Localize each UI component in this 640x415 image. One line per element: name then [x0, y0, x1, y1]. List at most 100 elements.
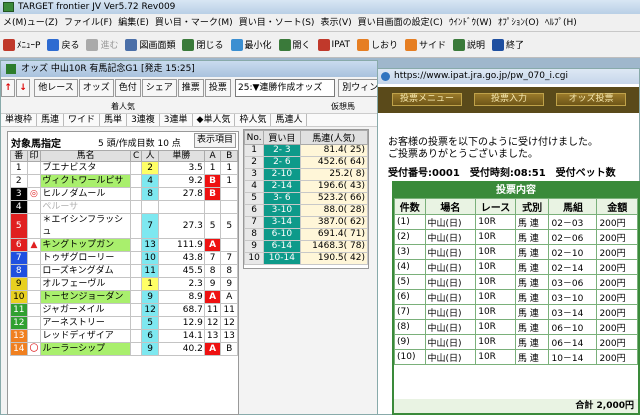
bet-col-header: 金額	[596, 198, 638, 215]
horse-name[interactable]: オルフェーヴル	[40, 277, 131, 291]
ipat-nav-button-0[interactable]: 投票メニュー	[392, 93, 462, 106]
menu-item-1[interactable]: ファイル(F)	[61, 14, 115, 31]
toolbar-button-6[interactable]: 開く	[276, 36, 314, 53]
horse-name[interactable]: トーセンジョーダン	[40, 290, 131, 304]
display-items-button[interactable]: 表示項目	[194, 133, 236, 148]
horse-row[interactable]: 5 ＊エイシンフラッシュ 7 27.3 5 5	[10, 213, 238, 239]
combo-row[interactable]: 7 3-14 387.0( 62)	[243, 216, 369, 229]
horse-win-odds: 2.3	[157, 277, 205, 291]
horse-col-header: 番	[10, 150, 28, 162]
bet-combo: 03－14	[548, 304, 598, 320]
bet-type-tab-1[interactable]: 馬連	[37, 114, 65, 126]
combo-row[interactable]: 5 3- 6 523.2( 66)	[243, 192, 369, 205]
horse-row[interactable]: 3 ◎ ヒルノダムール 8 27.8 B	[10, 187, 238, 201]
combo-panel: No. 買い目 馬連(人気) 1 2- 3 81.4( 25) 2 2- 6 452.6( 6…	[243, 129, 369, 269]
horse-name[interactable]: ブエナビスタ	[40, 161, 131, 175]
horse-row[interactable]: 13 レッドディザイア 6 14.1 13 13	[10, 329, 238, 343]
combo-row[interactable]: 4 2-14 196.6( 43)	[243, 180, 369, 193]
menu-item-8[interactable]: ｵﾌﾟｼｮﾝ(O)	[495, 14, 542, 31]
horse-name[interactable]: トゥザグローリー	[40, 251, 131, 265]
toolbar-button-8[interactable]: しおり	[354, 36, 401, 53]
bet-type-tab-6[interactable]: ◆単人気	[193, 114, 236, 126]
combo-row[interactable]: 6 3-10 88.0( 28)	[243, 204, 369, 217]
horse-name[interactable]: ヴィクトワールピサ	[40, 174, 131, 188]
odds-type-select[interactable]: 25:▼連勝作成オッズ	[235, 79, 336, 97]
horse-mark	[26, 329, 42, 343]
horse-name[interactable]: キングトップガン	[40, 238, 131, 252]
menu-item-4[interactable]: 買い目・ソート(S)	[236, 14, 318, 31]
combo-row[interactable]: 3 2-10 25.2( 8)	[243, 168, 369, 181]
bet-type-tab-3[interactable]: 馬単	[100, 114, 128, 126]
horse-name[interactable]: ルーラーシップ	[40, 342, 131, 356]
bet-type-tab-7[interactable]: 枠人気	[235, 114, 272, 126]
combo-row[interactable]: 10 10-14 190.5( 42)	[243, 252, 369, 265]
horse-row[interactable]: 11 ジャガーメイル 12 68.7 11 11	[10, 303, 238, 317]
combo-horses: 2- 3	[263, 144, 301, 157]
horse-win-odds: 111.9	[157, 238, 205, 252]
horse-name[interactable]: アーネストリー	[40, 316, 131, 330]
horse-row[interactable]: 8 ローズキングダム 11 45.5 8 8	[10, 264, 238, 278]
toolbar-button-4[interactable]: 閉じる	[179, 36, 226, 53]
odds-button-1[interactable]: オッズ	[78, 79, 114, 97]
bet-type: 馬 連	[514, 274, 550, 290]
toolbar-button-0[interactable]: ﾒﾆｭｰP	[0, 36, 43, 53]
combo-row[interactable]: 2 2- 6 452.6( 64)	[243, 156, 369, 169]
bet-type-tab-4[interactable]: 3連複	[127, 114, 160, 126]
horse-name[interactable]: ジャガーメイル	[40, 303, 131, 317]
menu-item-7[interactable]: ｳｲﾝﾄﾞｳ(W)	[446, 14, 495, 31]
combo-col-header: No.	[243, 130, 265, 145]
bet-race: 10R	[475, 289, 516, 305]
horse-row[interactable]: 6 ▲ キングトップガン 13 111.9 A	[10, 238, 238, 252]
bet-type-tab-2[interactable]: ワイド	[64, 114, 101, 126]
horse-name[interactable]: ヒルノダムール	[40, 187, 131, 201]
ipat-nav-button-2[interactable]: オッズ投票	[556, 93, 626, 106]
menu-item-5[interactable]: 表示(V)	[317, 14, 354, 31]
combo-row[interactable]: 9 6-14 1468.3( 78)	[243, 240, 369, 253]
bet-type-tab-8[interactable]: 馬連人	[271, 114, 308, 126]
toolbar-button-1[interactable]: 戻る	[44, 36, 82, 53]
combo-no: 6	[243, 204, 265, 217]
horse-row[interactable]: 10 トーセンジョーダン 9 8.9 A A	[10, 290, 238, 304]
horse-row[interactable]: 12 アーネストリー 5 12.9 12 12	[10, 316, 238, 330]
toolbar-button-10[interactable]: 説明	[450, 36, 488, 53]
bet-type: 馬 連	[514, 319, 550, 335]
up-arrow-button[interactable]: ↑	[1, 79, 15, 97]
bet-type-tab-0[interactable]: 単複枠	[1, 114, 38, 126]
odds-button-0[interactable]: 他レース	[34, 79, 78, 97]
odds-button-2[interactable]: 色付	[114, 79, 141, 97]
combo-row[interactable]: 8 6-10 691.4( 71)	[243, 228, 369, 241]
menu-item-9[interactable]: ﾍﾙﾌﾟ(H)	[542, 14, 580, 31]
horse-row[interactable]: 4 ペルーサ	[10, 200, 238, 214]
ipat-nav-button-1[interactable]: 投票入力	[474, 93, 544, 106]
menu-item-3[interactable]: 買い目・マーク(M)	[152, 14, 236, 31]
toolbar-label-7: IPAT	[331, 39, 350, 50]
horse-row[interactable]: 1 ブエナビスタ 2 3.5 1 1	[10, 161, 238, 175]
horse-mark	[26, 290, 42, 304]
horse-name[interactable]: ローズキングダム	[40, 264, 131, 278]
bet-type-tab-5[interactable]: 3連単	[160, 114, 193, 126]
bet-n: (2)	[394, 229, 426, 245]
menu-item-2[interactable]: 編集(E)	[115, 14, 152, 31]
toolbar-button-7[interactable]: IPAT	[315, 36, 353, 53]
toolbar-button-2[interactable]: 進む	[83, 36, 121, 53]
horse-popularity: 8	[141, 187, 159, 201]
toolbar-button-3[interactable]: 図画面類	[122, 36, 178, 53]
odds-button-4[interactable]: 推票	[177, 79, 204, 97]
horse-name[interactable]: ＊エイシンフラッシュ	[40, 213, 131, 239]
horse-row[interactable]: 7 トゥザグローリー 10 43.8 7 7	[10, 251, 238, 265]
combo-row[interactable]: 1 2- 3 81.4( 25)	[243, 144, 369, 157]
toolbar-button-5[interactable]: 最小化	[228, 36, 275, 53]
horse-row[interactable]: 14 〇ルーラーシップ 9 40.2 A B	[10, 342, 238, 356]
odds-button-5[interactable]: 投票	[204, 79, 231, 97]
toolbar-button-9[interactable]: サイド	[402, 36, 449, 53]
horse-row[interactable]: 9 オルフェーヴル 1 2.3 9 9	[10, 277, 238, 291]
menu-item-0[interactable]: メ(M)ュー(Z)	[0, 14, 61, 31]
menu-item-6[interactable]: 買い目画面の設定(C)	[355, 14, 446, 31]
horse-row[interactable]: 2 ヴィクトワールピサ 4 9.2 B 1	[10, 174, 238, 188]
toolbar-button-11[interactable]: 終了	[489, 36, 527, 53]
horse-name[interactable]: ペルーサ	[40, 200, 131, 214]
horse-b	[220, 200, 238, 214]
odds-button-3[interactable]: シェア	[141, 79, 177, 97]
down-arrow-button[interactable]: ↓	[16, 79, 30, 97]
horse-name[interactable]: レッドディザイア	[40, 329, 131, 343]
